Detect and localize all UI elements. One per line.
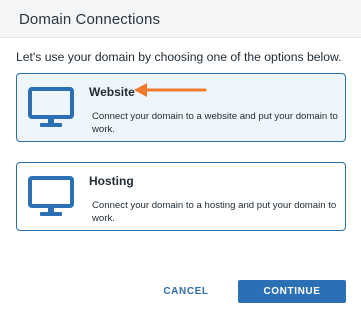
dialog-title: Domain Connections <box>19 11 161 28</box>
dialog-intro-text: Let's use your domain by choosing one of… <box>16 50 342 64</box>
option-website-description: Connect your domain to a website and put… <box>92 111 338 135</box>
dialog-header: Domain Connections <box>0 0 361 38</box>
option-website-name: Website <box>89 85 135 99</box>
option-hosting[interactable]: Hosting Connect your domain to a hosting… <box>16 162 346 231</box>
annotation-arrow-icon <box>134 83 207 97</box>
domain-connections-dialog: Domain Connections Let's use your domain… <box>0 0 361 318</box>
monitor-icon <box>28 176 74 216</box>
option-hosting-name: Hosting <box>89 174 134 188</box>
cancel-button[interactable]: CANCEL <box>160 281 212 303</box>
continue-button[interactable]: CONTINUE <box>238 280 346 303</box>
option-hosting-description: Connect your domain to a hosting and put… <box>92 200 337 224</box>
monitor-icon <box>28 87 74 127</box>
